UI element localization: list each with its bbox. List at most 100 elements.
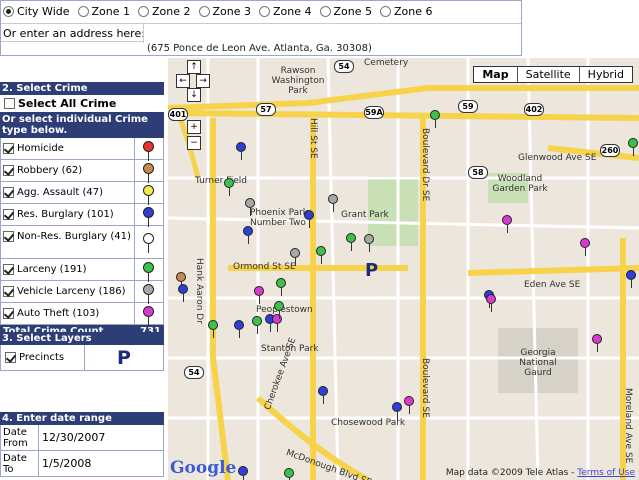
zoom-out-icon[interactable]: −	[187, 136, 201, 150]
zone-option-2[interactable]: Zone 2	[138, 5, 191, 18]
crime-pin-green-icon[interactable]	[346, 233, 356, 251]
crime-pin-magenta-icon[interactable]	[272, 314, 282, 332]
route-shield: 402	[524, 103, 544, 116]
zoom-in-icon[interactable]: +	[187, 120, 201, 134]
crime-pin-magenta-icon[interactable]	[254, 286, 264, 304]
zone-address-panel: City Wide Zone 1 Zone 2 Zone 3 Zone 4 Zo…	[0, 0, 522, 56]
pan-left-icon[interactable]: ←	[176, 74, 190, 88]
crime-checkbox[interactable]	[3, 264, 14, 275]
crime-label: Robbery (62)	[17, 165, 83, 176]
zone-option-4[interactable]: Zone 4	[259, 5, 312, 18]
radio-button[interactable]	[138, 6, 149, 17]
crime-pin-green-icon[interactable]	[316, 246, 326, 264]
crime-row-res-burglary[interactable]: Res. Burglary (101)	[0, 204, 164, 227]
crime-pin-magenta-icon[interactable]	[580, 238, 590, 256]
crime-pin-gray-icon[interactable]	[364, 234, 374, 252]
zone-option-5[interactable]: Zone 5	[319, 5, 372, 18]
crime-row-larceny[interactable]: Larceny (191)	[0, 259, 164, 282]
crime-label: Res. Burglary (101)	[17, 209, 114, 220]
map-type-control: Map Satellite Hybrid	[473, 66, 633, 83]
crime-pin-blue-icon[interactable]	[304, 210, 314, 228]
pin-gray-icon	[143, 284, 154, 304]
crime-label: Larceny (191)	[17, 264, 87, 275]
crime-checkbox[interactable]	[3, 187, 14, 198]
date-range-panel: 4. Enter date range Date From 12/30/2007…	[0, 412, 164, 477]
select-all-checkbox[interactable]	[4, 98, 15, 109]
crime-pin-blue-icon[interactable]	[626, 270, 636, 288]
crime-pin-blue-icon[interactable]	[392, 402, 402, 420]
zone-option-1[interactable]: Zone 1	[77, 5, 130, 18]
crime-pin-green-icon[interactable]	[274, 301, 284, 319]
crime-pin-green-icon[interactable]	[224, 178, 234, 196]
crime-pin-magenta-icon[interactable]	[592, 334, 602, 352]
crime-checkbox[interactable]	[3, 209, 14, 220]
precinct-marker[interactable]: P	[365, 260, 378, 281]
crime-pin-green-icon[interactable]	[276, 278, 286, 296]
map-label: Moreland Ave SE	[623, 388, 633, 464]
crime-checkbox[interactable]	[3, 286, 14, 297]
crime-map-page: City Wide Zone 1 Zone 2 Zone 3 Zone 4 Zo…	[0, 0, 639, 480]
crime-checkbox[interactable]	[3, 143, 14, 154]
radio-button[interactable]	[319, 6, 331, 17]
crime-checkbox[interactable]	[3, 308, 14, 319]
crime-pin-blue-icon[interactable]	[318, 386, 328, 404]
map-type-map-button[interactable]: Map	[474, 67, 518, 82]
crime-row-robbery[interactable]: Robbery (62)	[0, 160, 164, 183]
crime-pin-blue-icon[interactable]	[243, 226, 253, 244]
zone-option-3[interactable]: Zone 3	[198, 5, 251, 18]
date-to-row: Date To 1/5/2008	[0, 451, 164, 477]
pan-down-icon[interactable]: ↓	[187, 88, 201, 102]
crime-row-vehicle-larceny[interactable]: Vehicle Larceny (186)	[0, 281, 164, 304]
crime-pin-gray-icon[interactable]	[328, 194, 338, 212]
crime-pin-green-icon[interactable]	[208, 320, 218, 338]
date-from-field[interactable]: 12/30/2007	[39, 425, 163, 450]
crime-pin-green-icon[interactable]	[252, 316, 262, 334]
address-label: Or enter an address here:	[3, 27, 145, 40]
radio-button[interactable]	[380, 6, 391, 17]
precincts-checkbox[interactable]	[5, 352, 16, 363]
address-input[interactable]	[143, 24, 521, 43]
crime-checkbox[interactable]	[3, 231, 14, 242]
crime-pin-blue-icon[interactable]	[178, 284, 188, 302]
map-attribution: Map data ©2009 Tele Atlas - Terms of Use	[445, 468, 635, 478]
crime-pin-green-icon[interactable]	[284, 468, 294, 480]
crime-pin-magenta-icon[interactable]	[502, 215, 512, 233]
crime-checkbox[interactable]	[3, 165, 14, 176]
radio-button[interactable]	[259, 6, 270, 17]
pan-up-icon[interactable]: ↑	[187, 60, 201, 74]
route-shield: 58	[468, 166, 488, 179]
radio-button[interactable]	[198, 6, 210, 17]
address-example: (675 Ponce de Leon Ave. Atlanta, Ga. 303…	[147, 43, 372, 54]
map-type-satellite-button[interactable]: Satellite	[517, 67, 580, 82]
crime-pin-magenta-icon[interactable]	[486, 294, 496, 312]
crime-pin-gray-icon[interactable]	[245, 198, 255, 216]
terms-of-use-link[interactable]: Terms of Use	[577, 468, 635, 478]
crime-row-agg-assault[interactable]: Agg. Assault (47)	[0, 182, 164, 205]
select-all-crime[interactable]: Select All Crime	[0, 95, 164, 112]
map-type-hybrid-button[interactable]: Hybrid	[579, 67, 632, 82]
crime-row-non-res-burglary[interactable]: Non-Res. Burglary (41)	[0, 226, 164, 259]
crime-pin-blue-icon[interactable]	[234, 320, 244, 338]
crime-pin-green-icon[interactable]	[430, 110, 440, 128]
zone-option-city-wide[interactable]: City Wide	[3, 5, 70, 18]
date-from-label: Date From	[1, 425, 39, 450]
radio-button[interactable]	[3, 6, 14, 17]
crime-label: Vehicle Larceny (186)	[17, 286, 126, 297]
crime-pin-green-icon[interactable]	[628, 138, 638, 156]
crime-label: Non-Res. Burglary (41)	[17, 231, 131, 242]
pan-right-icon[interactable]: →	[196, 74, 210, 88]
crime-pin-gray-icon[interactable]	[290, 248, 300, 266]
radio-button[interactable]	[77, 6, 89, 17]
crime-map[interactable]: Cemetery Rawson Washington Park Turner F…	[168, 58, 639, 480]
crime-pin-magenta-icon[interactable]	[404, 396, 414, 414]
map-label: Rawson Washington Park	[271, 66, 325, 96]
crime-pin-brown-icon[interactable]	[176, 272, 186, 290]
crime-row-homicide[interactable]: Homicide	[0, 138, 164, 161]
crime-row-auto-theft[interactable]: Auto Theft (103)	[0, 303, 164, 326]
precincts-row[interactable]: Precincts P	[0, 345, 164, 371]
zone-option-6[interactable]: Zone 6	[380, 5, 433, 18]
date-to-field[interactable]: 1/5/2008	[39, 451, 163, 476]
map-label: Chosewood Park	[331, 418, 406, 428]
crime-pin-blue-icon[interactable]	[238, 466, 248, 480]
crime-pin-blue-icon[interactable]	[236, 142, 246, 160]
